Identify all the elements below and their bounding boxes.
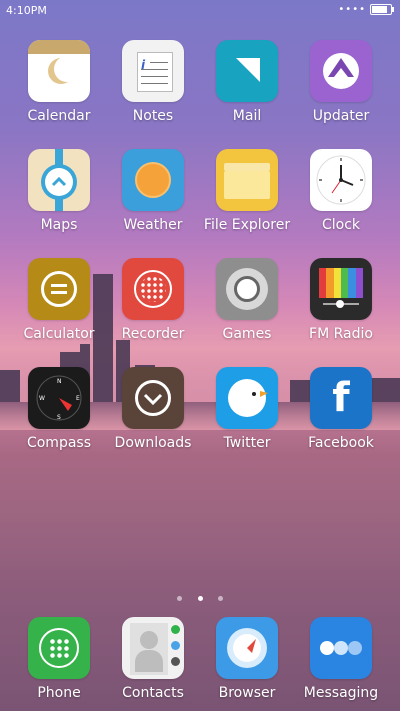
app-twitter[interactable]: Twitter: [200, 367, 294, 451]
weather-icon: [122, 149, 184, 211]
app-facebook[interactable]: f Facebook: [294, 367, 388, 451]
app-label: Maps: [40, 217, 78, 233]
app-fm-radio[interactable]: FM Radio: [294, 258, 388, 342]
twitter-bird-icon: [216, 367, 278, 429]
home-screen: 4:10PM •••• Calendar i Notes Mail Update…: [0, 0, 400, 711]
recorder-icon: [122, 258, 184, 320]
page-dot[interactable]: [177, 596, 183, 601]
app-label: Compass: [26, 435, 92, 451]
app-label: Browser: [218, 685, 276, 701]
app-label: Clock: [321, 217, 361, 233]
svg-text:E: E: [76, 395, 80, 402]
games-icon: [216, 258, 278, 320]
phone-dialpad-icon: [28, 617, 90, 679]
dock-browser[interactable]: Browser: [200, 617, 294, 701]
app-calculator[interactable]: Calculator: [12, 258, 106, 342]
app-recorder[interactable]: Recorder: [106, 258, 200, 342]
app-label: Games: [222, 326, 272, 342]
page-dot-active[interactable]: [197, 596, 203, 601]
app-label: File Explorer: [203, 217, 291, 233]
app-label: FM Radio: [309, 326, 373, 342]
page-indicator: [0, 586, 400, 605]
app-weather[interactable]: Weather: [106, 149, 200, 233]
updater-icon: [310, 40, 372, 102]
notes-icon: i: [122, 40, 184, 102]
app-file-explorer[interactable]: File Explorer: [200, 149, 294, 233]
signal-icon: ••••: [338, 4, 366, 15]
app-label: Recorder: [121, 326, 185, 342]
app-label: Mail: [232, 108, 262, 124]
messaging-icon: [310, 617, 372, 679]
app-compass[interactable]: N S W E Compass: [12, 367, 106, 451]
app-label: Twitter: [223, 435, 271, 451]
folder-icon: [216, 149, 278, 211]
mail-icon: [216, 40, 278, 102]
clock-icon: [310, 149, 372, 211]
download-icon: [122, 367, 184, 429]
svg-text:N: N: [57, 378, 62, 385]
app-notes[interactable]: i Notes: [106, 40, 200, 124]
calendar-icon: [28, 40, 90, 102]
app-label: Contacts: [122, 685, 184, 701]
dock-phone[interactable]: Phone: [12, 617, 106, 701]
radio-icon: [310, 258, 372, 320]
app-label: Downloads: [114, 435, 192, 451]
app-games[interactable]: Games: [200, 258, 294, 342]
app-clock[interactable]: Clock: [294, 149, 388, 233]
app-updater[interactable]: Updater: [294, 40, 388, 124]
app-mail[interactable]: Mail: [200, 40, 294, 124]
app-calendar[interactable]: Calendar: [12, 40, 106, 124]
svg-text:W: W: [39, 395, 45, 402]
app-label: Messaging: [303, 685, 379, 701]
app-label: Weather: [123, 217, 183, 233]
contacts-icon: [122, 617, 184, 679]
app-maps[interactable]: Maps: [12, 149, 106, 233]
app-label: Facebook: [308, 435, 374, 451]
maps-icon: [28, 149, 90, 211]
app-label: Calculator: [23, 326, 95, 342]
status-time: 4:10PM: [6, 4, 47, 17]
battery-icon: [370, 4, 394, 15]
page-dot[interactable]: [217, 596, 223, 601]
app-label: Updater: [312, 108, 370, 124]
dock-contacts[interactable]: Contacts: [106, 617, 200, 701]
facebook-icon: f: [310, 367, 372, 429]
app-label: Notes: [132, 108, 174, 124]
dock-messaging[interactable]: Messaging: [294, 617, 388, 701]
browser-compass-icon: [216, 617, 278, 679]
app-label: Phone: [37, 685, 81, 701]
calculator-icon: [28, 258, 90, 320]
status-bar: 4:10PM ••••: [0, 0, 400, 24]
app-label: Calendar: [27, 108, 91, 124]
app-downloads[interactable]: Downloads: [106, 367, 200, 451]
svg-text:S: S: [57, 414, 61, 421]
compass-icon: N S W E: [28, 367, 90, 429]
